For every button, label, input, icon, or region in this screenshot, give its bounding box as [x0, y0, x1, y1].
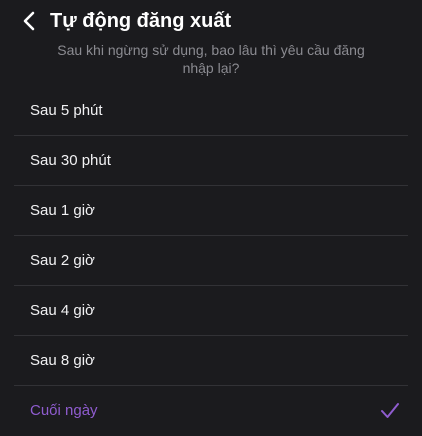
- auto-logout-screen: Tự động đăng xuất Sau khi ngừng sử dụng,…: [0, 0, 422, 436]
- option-30-minutes[interactable]: Sau 30 phút: [0, 136, 422, 186]
- checkmark-icon: [381, 403, 399, 418]
- option-2-hours[interactable]: Sau 2 giờ: [0, 236, 422, 286]
- option-8-hours[interactable]: Sau 8 giờ: [0, 336, 422, 386]
- option-end-of-day[interactable]: Cuối ngày: [0, 386, 422, 436]
- option-label: Sau 8 giờ: [30, 352, 95, 369]
- option-label: Sau 30 phút: [30, 152, 111, 169]
- option-label: Cuối ngày: [30, 402, 98, 419]
- chevron-left-icon: [23, 11, 35, 31]
- back-button[interactable]: [22, 6, 48, 36]
- header: Tự động đăng xuất Sau khi ngừng sử dụng,…: [0, 0, 422, 90]
- option-label: Sau 5 phút: [30, 102, 103, 119]
- page-subtitle: Sau khi ngừng sử dụng, bao lâu thì yêu c…: [57, 42, 365, 76]
- option-label: Sau 2 giờ: [30, 252, 95, 269]
- option-label: Sau 4 giờ: [30, 302, 95, 319]
- option-list: Sau 5 phút Sau 30 phút Sau 1 giờ Sau 2 g…: [0, 86, 422, 436]
- option-label: Sau 1 giờ: [30, 202, 95, 219]
- option-5-minutes[interactable]: Sau 5 phút: [0, 86, 422, 136]
- option-4-hours[interactable]: Sau 4 giờ: [0, 286, 422, 336]
- option-1-hour[interactable]: Sau 1 giờ: [0, 186, 422, 236]
- page-title: Tự động đăng xuất: [50, 10, 232, 32]
